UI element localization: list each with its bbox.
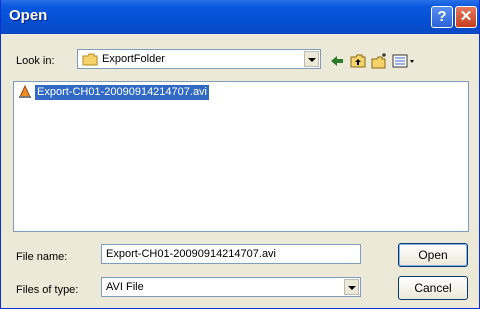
open-button[interactable]: Open bbox=[398, 243, 468, 267]
file-name-text: Export-CH01-20090914214707.avi bbox=[35, 84, 210, 100]
cancel-button[interactable]: Cancel bbox=[398, 276, 468, 300]
list-item[interactable]: Export-CH01-20090914214707.avi bbox=[18, 84, 210, 100]
files-of-type-dropdown[interactable]: AVI File bbox=[101, 277, 361, 297]
open-dialog: Open ? ✕ Look in: ExportFolder Export-CH… bbox=[0, 0, 480, 309]
close-button[interactable]: ✕ bbox=[455, 6, 477, 28]
files-of-type-dropdown-arrow[interactable] bbox=[344, 279, 359, 295]
file-name-value: Export-CH01-20090914214707.avi bbox=[106, 248, 277, 260]
new-folder-icon[interactable] bbox=[370, 52, 388, 70]
look-in-label: Look in: bbox=[16, 55, 55, 67]
file-name-input[interactable]: Export-CH01-20090914214707.avi bbox=[101, 244, 361, 264]
file-list[interactable]: Export-CH01-20090914214707.avi bbox=[13, 81, 469, 232]
view-menu-icon[interactable] bbox=[391, 52, 417, 70]
vlc-file-icon bbox=[19, 85, 31, 98]
back-arrow-icon[interactable] bbox=[328, 52, 346, 70]
title-bar: Open ? ✕ bbox=[1, 0, 479, 34]
help-button[interactable]: ? bbox=[431, 6, 453, 28]
folder-icon bbox=[82, 53, 98, 66]
files-of-type-label: Files of type: bbox=[16, 284, 79, 296]
file-name-label: File name: bbox=[16, 251, 68, 263]
look-in-dropdown[interactable]: ExportFolder bbox=[77, 49, 321, 69]
look-in-dropdown-arrow[interactable] bbox=[304, 51, 319, 67]
dialog-title: Open bbox=[9, 7, 48, 24]
up-folder-icon[interactable] bbox=[349, 52, 367, 70]
look-in-value: ExportFolder bbox=[102, 53, 165, 65]
files-of-type-value: AVI File bbox=[106, 281, 144, 293]
